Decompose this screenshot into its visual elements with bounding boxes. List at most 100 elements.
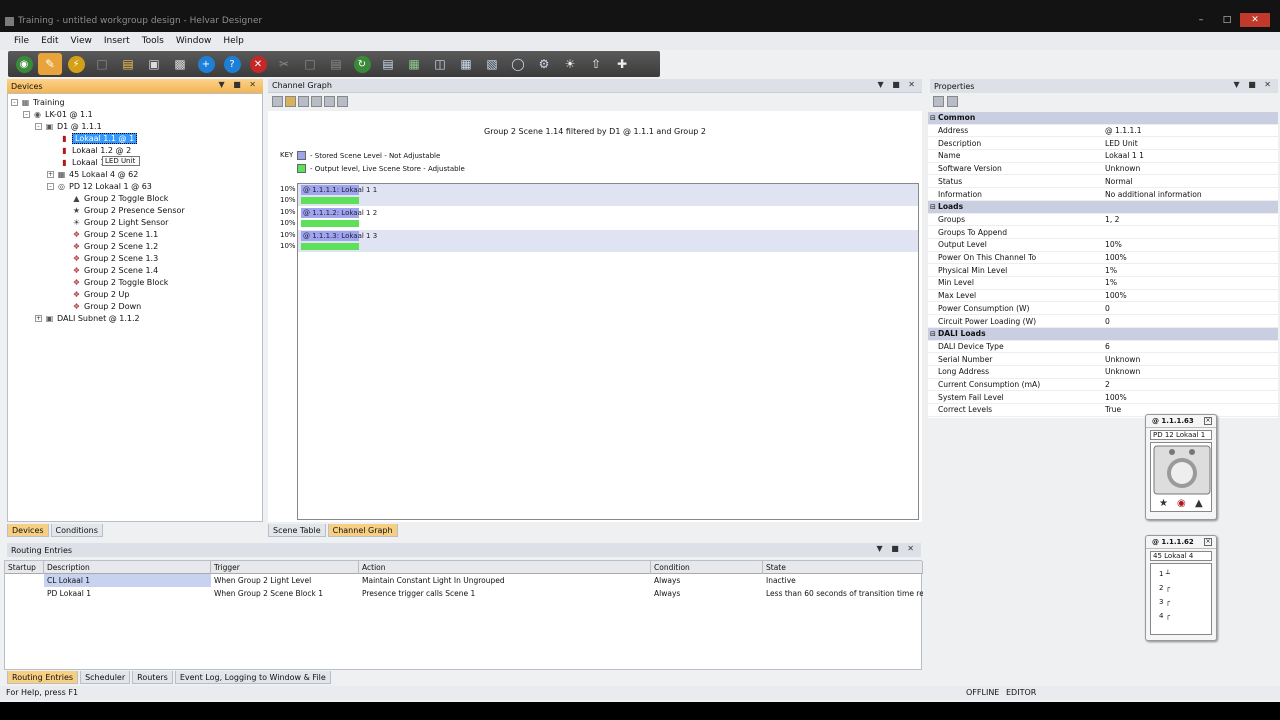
panel-controls[interactable]: ▼ ■ ✕ bbox=[219, 80, 260, 89]
scene-icon[interactable]: ◯ bbox=[506, 53, 530, 75]
menu-help[interactable]: Help bbox=[223, 36, 244, 46]
col-condition[interactable]: Condition bbox=[651, 561, 763, 574]
menu-window[interactable]: Window bbox=[176, 36, 212, 46]
tree-node-lokaal-1-2[interactable]: ▮ Lokaal 1.2 @ 2 bbox=[60, 145, 131, 156]
tab-routers[interactable]: Routers bbox=[132, 671, 173, 684]
category-dali-loads[interactable]: ⊟ DALI Loads bbox=[928, 327, 1278, 341]
tab-event-log[interactable]: Event Log, Logging to Window & File bbox=[174, 671, 331, 684]
panel-controls[interactable]: ▼ ■ ✕ bbox=[878, 80, 919, 89]
tab-scene-table[interactable]: Scene Table bbox=[268, 524, 326, 537]
new-file-icon[interactable]: □ bbox=[90, 53, 114, 75]
tab-channel-graph[interactable]: Channel Graph bbox=[327, 524, 398, 537]
prop-power-consumption[interactable]: Power Consumption (W) 0 bbox=[928, 303, 1278, 316]
col-state[interactable]: State bbox=[763, 561, 923, 574]
category-common[interactable]: ⊟ Common bbox=[928, 112, 1278, 125]
col-startup[interactable]: Startup bbox=[5, 561, 44, 574]
prop-software-version[interactable]: Software Version Unknown bbox=[928, 163, 1278, 176]
output-level-bar[interactable] bbox=[301, 197, 359, 204]
light-icon[interactable]: ☀ bbox=[558, 53, 582, 75]
device-card-45-lokaal[interactable]: @ 1.1.1.62 × 45 Lokaal 4 1 ┴ 2 ┌ 3 ┌ 4 ┌ bbox=[1145, 535, 1217, 641]
prop-address[interactable]: Address @ 1.1.1.1 bbox=[928, 125, 1278, 138]
settings-icon[interactable]: ⚙ bbox=[532, 53, 556, 75]
tree-node-toggle-block-2[interactable]: ❖ Group 2 Toggle Block bbox=[72, 277, 169, 288]
minimize-button[interactable]: – bbox=[1188, 13, 1214, 27]
tab-devices[interactable]: Devices bbox=[7, 524, 49, 537]
route-icon[interactable]: ▧ bbox=[480, 53, 504, 75]
stored-level-bar[interactable]: @ 1.1.1.2: Lokaal 1 2 bbox=[301, 208, 377, 218]
save-icon[interactable]: ▣ bbox=[142, 53, 166, 75]
menu-file[interactable]: File bbox=[14, 36, 29, 46]
cut-icon[interactable]: ✂ bbox=[272, 53, 296, 75]
close-icon[interactable]: × bbox=[1204, 417, 1212, 425]
tree-node-scene-1-2[interactable]: ❖ Group 2 Scene 1.2 bbox=[72, 241, 158, 252]
prop-output-level[interactable]: Output Level 10% bbox=[928, 239, 1278, 252]
tab-scheduler[interactable]: Scheduler bbox=[80, 671, 131, 684]
col-description[interactable]: Description bbox=[44, 561, 211, 574]
tree-node-scene-1-4[interactable]: ❖ Group 2 Scene 1.4 bbox=[72, 265, 158, 276]
col-trigger[interactable]: Trigger bbox=[211, 561, 359, 574]
tree-node-lokaal-1-1[interactable]: ▮ Lokaal 1.1 @ 1 bbox=[60, 133, 138, 144]
panel-button-2[interactable]: 2 ┌ bbox=[1159, 584, 1170, 592]
tree-node-pd-12[interactable]: - ◎ PD 12 Lokaal 1 @ 63 bbox=[47, 181, 152, 192]
list-icon[interactable] bbox=[298, 96, 309, 107]
prop-current-consumption[interactable]: Current Consumption (mA) 2 bbox=[928, 379, 1278, 392]
prop-correct-levels[interactable]: Correct Levels True bbox=[928, 404, 1278, 417]
prop-serial-number[interactable]: Serial Number Unknown bbox=[928, 353, 1278, 366]
tree-node-presence-sensor[interactable]: ★ Group 2 Presence Sensor bbox=[72, 205, 185, 216]
panel-controls[interactable]: ▼ ■ ✕ bbox=[877, 544, 918, 553]
add-icon[interactable]: + bbox=[194, 53, 218, 75]
col-action[interactable]: Action bbox=[359, 561, 651, 574]
prop-dali-device-type[interactable]: DALI Device Type 6 bbox=[928, 341, 1278, 354]
close-icon[interactable]: × bbox=[1204, 538, 1212, 546]
scene-icon[interactable] bbox=[272, 96, 283, 107]
lightning-icon[interactable]: ⚡ bbox=[64, 53, 88, 75]
prop-long-address[interactable]: Long Address Unknown bbox=[928, 366, 1278, 379]
tree-node-router[interactable]: - ◉ LK-01 @ 1.1 bbox=[23, 109, 93, 120]
table-row[interactable]: CL Lokaal 1 When Group 2 Light Level Mai… bbox=[5, 574, 923, 587]
menu-edit[interactable]: Edit bbox=[41, 36, 58, 46]
device-card-pd12[interactable]: @ 1.1.1.63 × PD 12 Lokaal 1 ★ ◉ ▲ bbox=[1145, 414, 1217, 520]
output-level-bar[interactable] bbox=[301, 243, 359, 250]
tree-node-light-sensor[interactable]: ☀ Group 2 Light Sensor bbox=[72, 217, 169, 228]
filter-icon[interactable] bbox=[285, 96, 296, 107]
prop-system-fail-level[interactable]: System Fail Level 100% bbox=[928, 391, 1278, 405]
prop-power-on-level[interactable]: Power On This Channel To 100% bbox=[928, 252, 1278, 265]
prop-status[interactable]: Status Normal bbox=[928, 176, 1278, 189]
tree-node-scene-1-1[interactable]: ❖ Group 2 Scene 1.1 bbox=[72, 229, 158, 240]
tree-node-dali[interactable]: - ▣ D1 @ 1.1.1 bbox=[35, 121, 102, 132]
save-all-icon[interactable]: ▩ bbox=[168, 53, 192, 75]
network-icon[interactable]: ◉ bbox=[12, 53, 36, 75]
report-icon[interactable]: ▤ bbox=[376, 53, 400, 75]
prop-max-level[interactable]: Max Level 100% bbox=[928, 290, 1278, 303]
tree-node-lokaal-1[interactable]: ▮ Lokaal 1 bbox=[60, 157, 105, 168]
panel-button-1[interactable]: 1 ┴ bbox=[1159, 570, 1170, 578]
output-level-bar[interactable] bbox=[301, 220, 359, 227]
tree-node-down[interactable]: ❖ Group 2 Down bbox=[72, 301, 141, 312]
menu-view[interactable]: View bbox=[71, 36, 92, 46]
print-icon[interactable] bbox=[324, 96, 335, 107]
prop-information[interactable]: Information No additional information bbox=[928, 188, 1278, 201]
lock-icon[interactable] bbox=[311, 96, 322, 107]
panel-button-3[interactable]: 3 ┌ bbox=[1159, 598, 1170, 606]
category-loads[interactable]: ⊟ Loads bbox=[928, 200, 1278, 214]
prop-description[interactable]: Description LED Unit bbox=[928, 137, 1278, 151]
export-icon[interactable] bbox=[337, 96, 348, 107]
tree-node-toggle-block[interactable]: ▲ Group 2 Toggle Block bbox=[72, 193, 168, 204]
tree-node-dali-subnet[interactable]: + ▣ DALI Subnet @ 1.1.2 bbox=[35, 313, 140, 324]
categorized-icon[interactable] bbox=[933, 96, 944, 107]
layout-icon[interactable]: ◫ bbox=[428, 53, 452, 75]
tab-conditions[interactable]: Conditions bbox=[50, 524, 103, 537]
tree-node-training[interactable]: - ▦ Training bbox=[11, 97, 65, 108]
stored-level-bar[interactable]: @ 1.1.1.1: Lokaal 1 1 bbox=[301, 185, 377, 195]
grid-icon[interactable]: ▦ bbox=[402, 53, 426, 75]
paste-icon[interactable]: ▤ bbox=[324, 53, 348, 75]
prop-circuit-power-loading[interactable]: Circuit Power Loading (W) 0 bbox=[928, 315, 1278, 328]
maximize-button[interactable]: □ bbox=[1214, 13, 1240, 27]
close-icon[interactable]: ✕ bbox=[246, 53, 270, 75]
panel-button-4[interactable]: 4 ┌ bbox=[1159, 612, 1170, 620]
refresh-icon[interactable]: ↻ bbox=[350, 53, 374, 75]
help-icon[interactable]: ? bbox=[220, 53, 244, 75]
prop-groups[interactable]: Groups 1, 2 bbox=[928, 214, 1278, 227]
open-folder-icon[interactable]: ▤ bbox=[116, 53, 140, 75]
table-icon[interactable]: ▦ bbox=[454, 53, 478, 75]
